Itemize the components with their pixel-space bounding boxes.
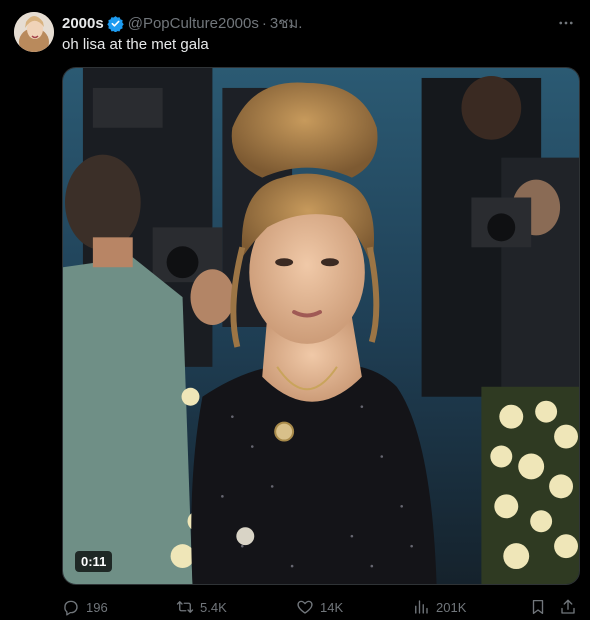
repost-count: 5.4K <box>200 599 227 615</box>
tweet-text: oh lisa at the met gala <box>62 36 209 53</box>
more-options-button[interactable] <box>556 13 576 33</box>
more-icon <box>559 21 573 25</box>
share-icon <box>561 599 575 614</box>
reply-icon <box>64 600 78 616</box>
avatar[interactable] <box>14 12 54 52</box>
video-frame <box>63 68 579 584</box>
video-player[interactable]: 0:11 <box>62 67 580 585</box>
views-icon <box>415 600 428 614</box>
repost-icon <box>176 601 194 613</box>
display-name[interactable]: 2000s <box>62 15 104 32</box>
tweet-header: 2000s @PopCulture2000s · 3ชม. <box>62 13 576 33</box>
bookmark-button[interactable] <box>529 596 547 618</box>
bookmark-icon <box>532 599 544 615</box>
separator-dot: · <box>261 14 267 32</box>
views-button[interactable]: 201K <box>412 596 466 618</box>
video-duration-badge: 0:11 <box>75 551 113 572</box>
timestamp[interactable]: 3ชม. <box>270 11 303 35</box>
reply-button[interactable]: 196 <box>62 596 108 618</box>
handle[interactable]: @PopCulture2000s <box>128 15 259 32</box>
like-count: 14K <box>320 599 344 615</box>
reply-count: 196 <box>86 599 108 615</box>
like-button[interactable]: 14K <box>296 596 343 618</box>
verified-badge-icon <box>107 15 124 32</box>
repost-button[interactable]: 5.4K <box>176 596 227 618</box>
views-count: 201K <box>436 599 467 615</box>
heart-icon <box>297 600 313 614</box>
share-button[interactable] <box>559 596 577 618</box>
action-bar: 196 5.4K 14K 201K <box>62 596 580 618</box>
avatar-image <box>14 12 54 52</box>
tweet: 2000s @PopCulture2000s · 3ชม. oh lisa at… <box>0 0 590 620</box>
